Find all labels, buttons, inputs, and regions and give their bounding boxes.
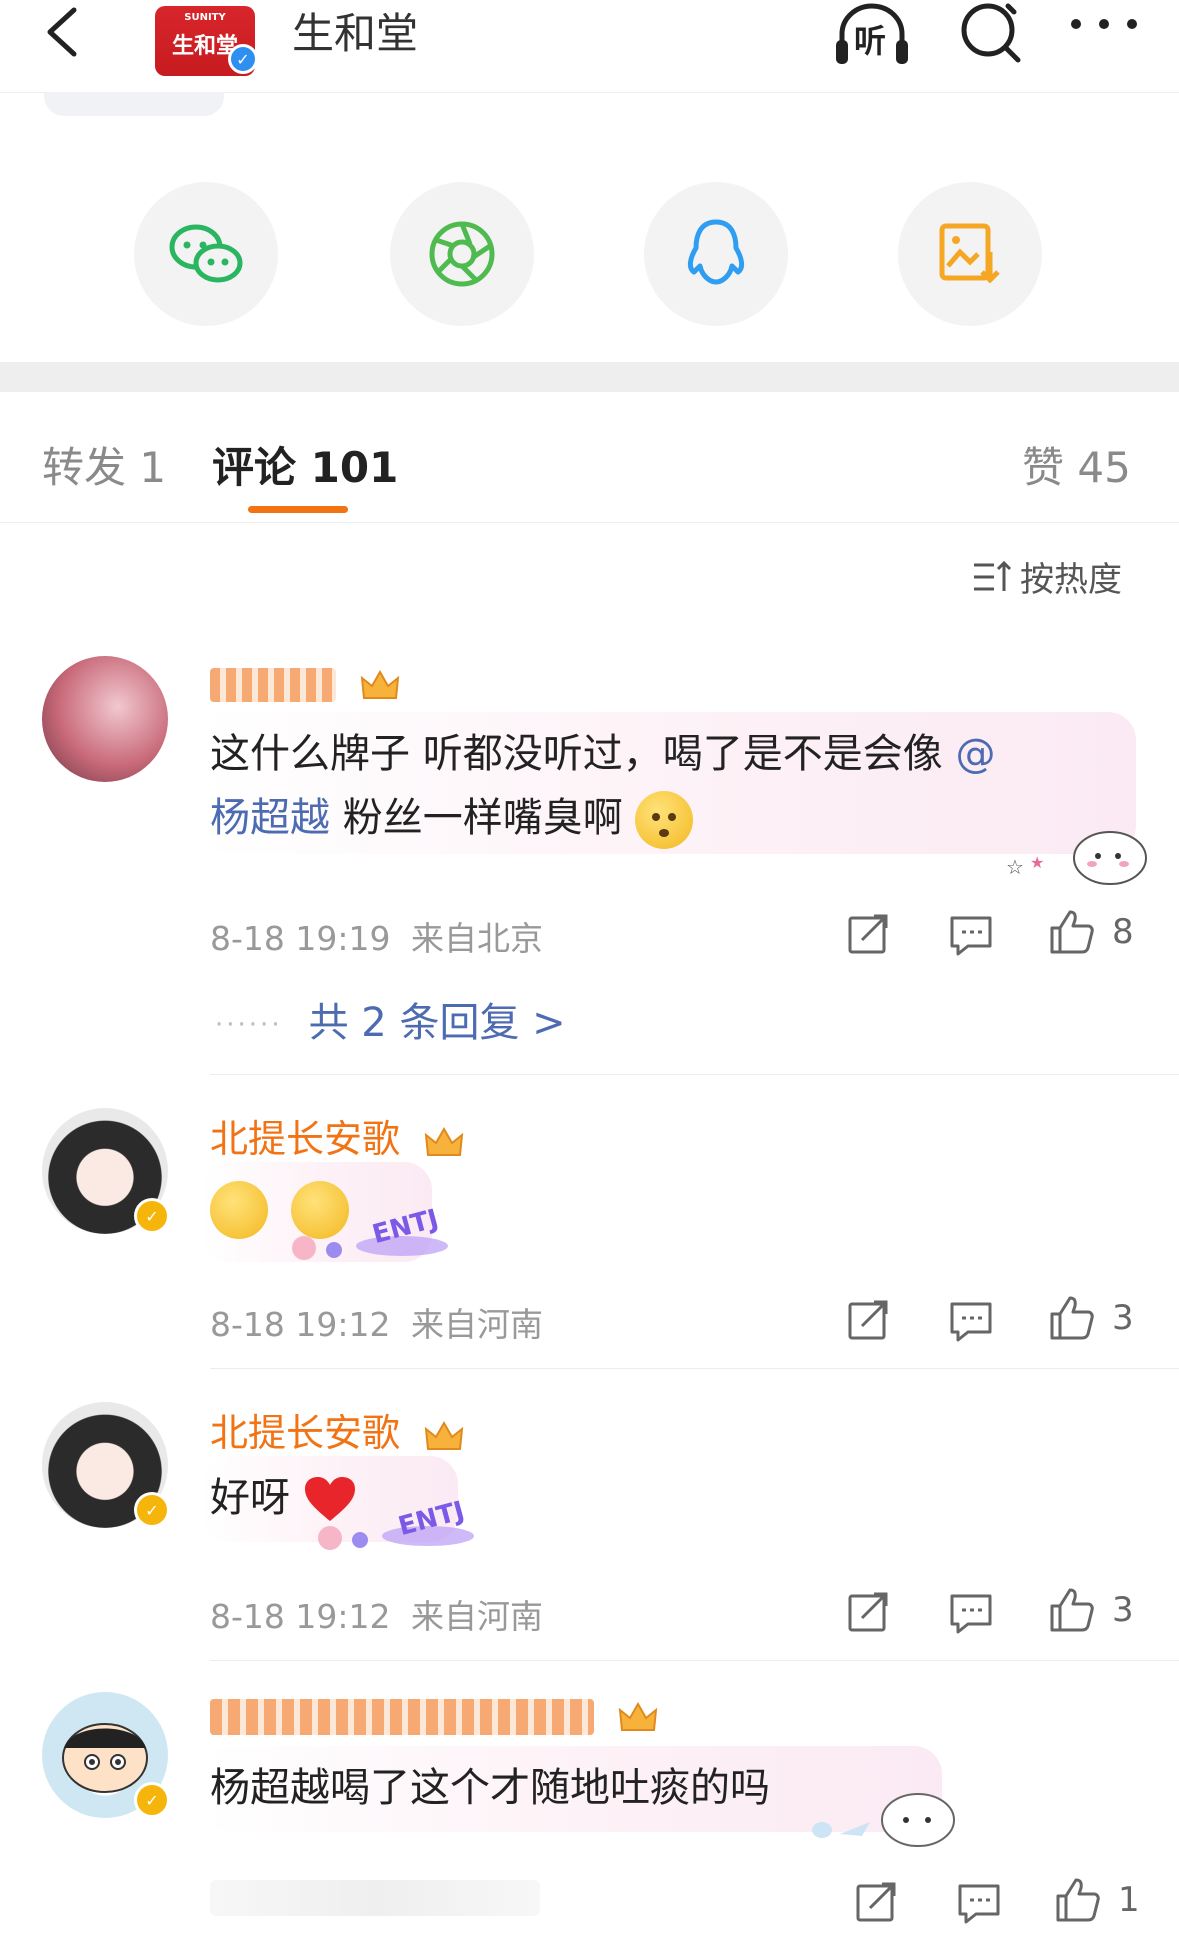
search-icon[interactable] [952, 0, 1032, 70]
share-wechat-button[interactable] [134, 182, 278, 326]
crown-badge-icon [360, 669, 400, 699]
username-blurred [210, 667, 336, 702]
listen-label: 听 [854, 22, 887, 60]
section-divider [0, 362, 1179, 392]
logo-brand-text: SUNITY [184, 12, 226, 23]
like-icon[interactable] [1046, 906, 1096, 956]
crown-badge-icon [618, 1701, 658, 1731]
username-text: 北提长安歌 [210, 1117, 401, 1161]
comment-username[interactable]: 北提长安歌 [210, 1108, 466, 1163]
comment-icon[interactable] [954, 1878, 1004, 1928]
like-icon[interactable] [1046, 1584, 1096, 1634]
more-options-icon[interactable] [1064, 0, 1144, 70]
like-count: 1 [1118, 1880, 1140, 1920]
page-title: 生和堂 [292, 9, 419, 58]
avatar[interactable] [42, 656, 168, 782]
repost-icon[interactable] [844, 1588, 894, 1638]
active-tab-indicator [248, 506, 348, 513]
verified-badge-icon: ✓ [134, 1782, 170, 1818]
verified-badge-icon: ✓ [134, 1492, 170, 1528]
comment-separator [210, 1368, 1179, 1369]
collapsed-pill [44, 92, 224, 116]
mention-at[interactable]: @ [955, 731, 995, 777]
svg-text:☆: ☆ [1006, 855, 1024, 879]
like-count: 8 [1112, 912, 1134, 952]
bunny-sticker-icon [812, 1793, 955, 1847]
tab-divider [0, 522, 1179, 523]
comment-icon[interactable] [946, 1588, 996, 1638]
comment-meta: 8-18 19:12 来自河南 [210, 1298, 543, 1346]
comment-username[interactable]: 北提长安歌 [210, 1402, 466, 1457]
username-text: 北提长安歌 [210, 1411, 401, 1455]
replies-label: 共 2 条回复 > [308, 1000, 566, 1046]
sort-icon [974, 560, 1012, 591]
comment-separator [210, 1660, 1179, 1661]
save-image-button[interactable] [898, 182, 1042, 326]
view-replies-link[interactable]: ······ 共 2 条回复 > [215, 990, 566, 1048]
top-bar: SUNITY 生和堂 ✓ 生和堂 听 [0, 0, 1179, 93]
blurred-meta [210, 1880, 540, 1916]
share-moments-button[interactable] [390, 182, 534, 326]
crown-badge-icon [424, 1420, 464, 1450]
tab-likes[interactable]: 赞 45 [1022, 434, 1131, 495]
moments-icon [429, 221, 495, 287]
comment-icon[interactable] [946, 910, 996, 960]
like-count: 3 [1112, 1298, 1134, 1338]
verified-badge-icon: ✓ [134, 1198, 170, 1234]
thinking-emoji-icon [635, 791, 694, 849]
comment-time: 8-18 19:19 [210, 919, 391, 958]
sort-label: 按热度 [1020, 560, 1122, 600]
repost-icon[interactable] [844, 1296, 894, 1346]
comment-location: 来自北京 [411, 919, 543, 958]
comment-time: 8-18 19:12 [210, 1305, 391, 1344]
comment-icon[interactable] [946, 1296, 996, 1346]
cat-sticker-icon: ☆ ★ [1006, 831, 1147, 885]
tab-repost[interactable]: 转发 1 [42, 434, 166, 495]
repost-icon[interactable] [844, 910, 894, 960]
like-icon[interactable] [1046, 1292, 1096, 1342]
qq-icon [687, 219, 745, 285]
comment-text-body: 好呀 [210, 1475, 290, 1521]
listen-button[interactable]: 听 [832, 0, 912, 70]
comment-text-before: 这什么牌子 听都没听过，喝了是不是会像 [210, 731, 943, 777]
verified-badge-icon: ✓ [228, 44, 258, 74]
share-qq-button[interactable] [644, 182, 788, 326]
comment-username[interactable] [210, 1692, 660, 1736]
like-count: 3 [1112, 1590, 1134, 1630]
username-blurred [210, 1698, 594, 1735]
flower-smile-emoji-icon [210, 1181, 268, 1239]
comment-meta: 8-18 19:12 来自河南 [210, 1590, 543, 1638]
tab-comments[interactable]: 评论 101 [212, 434, 398, 495]
comment-separator [210, 1074, 1179, 1075]
wechat-icon [169, 224, 243, 283]
comment-meta: 8-18 19:19 来自北京 [210, 912, 543, 960]
reply-dots: ······ [215, 1010, 283, 1040]
crown-badge-icon [424, 1126, 464, 1156]
mention-link[interactable]: 杨超越 [210, 795, 330, 841]
like-icon[interactable] [1052, 1874, 1102, 1924]
back-arrow-icon[interactable] [34, 4, 94, 64]
comment-text: 杨超越喝了这个才随地吐痰的吗 [210, 1765, 770, 1811]
comment-location: 来自河南 [411, 1597, 543, 1636]
comment-username[interactable] [210, 660, 402, 704]
save-image-icon [939, 223, 1000, 284]
comment-text-after: 粉丝一样嘴臭啊 [342, 795, 623, 841]
comment-time: 8-18 19:12 [210, 1597, 391, 1636]
comment-text-line2: 杨超越 粉丝一样嘴臭啊 [210, 786, 694, 850]
svg-text:★: ★ [1030, 853, 1044, 872]
comment-location: 来自河南 [411, 1305, 543, 1344]
repost-icon[interactable] [852, 1878, 902, 1928]
comment-text: 这什么牌子 听都没听过，喝了是不是会像 @ [210, 722, 995, 786]
sort-button[interactable]: 按热度 [972, 552, 1122, 601]
